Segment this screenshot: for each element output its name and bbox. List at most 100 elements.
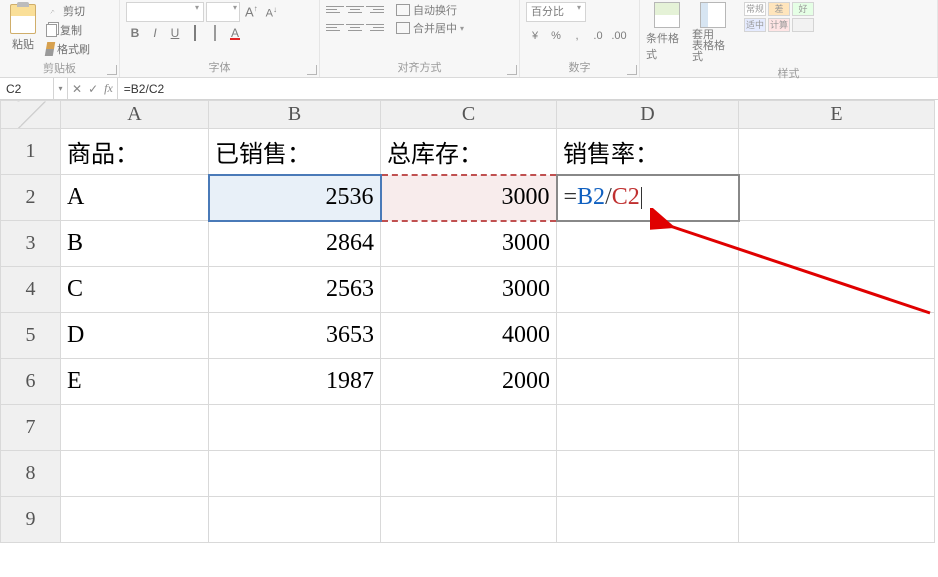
cell-C6[interactable]: 2000	[381, 359, 557, 405]
align-middle-button[interactable]	[346, 2, 364, 16]
cell-A2[interactable]: A	[61, 175, 209, 221]
cell-B5[interactable]: 3653	[209, 313, 381, 359]
cell-A6[interactable]: E	[61, 359, 209, 405]
cell-D5[interactable]	[557, 313, 739, 359]
decrease-font-button[interactable]: A↓	[263, 5, 280, 20]
row-header-1[interactable]: 1	[1, 129, 61, 175]
cell-E3[interactable]	[739, 221, 935, 267]
number-dialog-launcher[interactable]	[627, 65, 637, 75]
font-dialog-launcher[interactable]	[307, 65, 317, 75]
cell-D2[interactable]: =B2/C2	[557, 175, 739, 221]
cell-D3[interactable]	[557, 221, 739, 267]
increase-decimal-button[interactable]: .0	[589, 30, 607, 42]
italic-button[interactable]: I	[146, 26, 164, 44]
comma-button[interactable]: ,	[568, 30, 586, 42]
bold-button[interactable]: B	[126, 26, 144, 44]
cell-B6[interactable]: 1987	[209, 359, 381, 405]
underline-button[interactable]: U	[166, 26, 184, 44]
font-color-button[interactable]: A	[226, 26, 244, 44]
cell-C2[interactable]: 3000	[381, 175, 557, 221]
cell-D6[interactable]	[557, 359, 739, 405]
col-header-A[interactable]: A	[61, 101, 209, 129]
row-header-8[interactable]: 8	[1, 451, 61, 497]
merge-center-button[interactable]: 合并居中▾	[396, 20, 464, 36]
cell-D1[interactable]: 销售率：	[557, 129, 739, 175]
cell-D4[interactable]	[557, 267, 739, 313]
cell-A3[interactable]: B	[61, 221, 209, 267]
cell-style-calc[interactable]: 计算	[768, 18, 790, 32]
cell-style-more[interactable]	[792, 18, 814, 32]
percent-button[interactable]: %	[547, 30, 565, 42]
col-header-E[interactable]: E	[739, 101, 935, 129]
cell-E6[interactable]	[739, 359, 935, 405]
cell-C8[interactable]	[381, 451, 557, 497]
clipboard-dialog-launcher[interactable]	[107, 65, 117, 75]
cell-B4[interactable]: 2563	[209, 267, 381, 313]
align-center-button[interactable]	[346, 20, 364, 34]
cell-C5[interactable]: 4000	[381, 313, 557, 359]
cell-A9[interactable]	[61, 497, 209, 543]
format-as-table-button[interactable]: 套用 表格格式	[692, 2, 734, 63]
decrease-decimal-button[interactable]: .00	[610, 30, 628, 42]
fill-color-button[interactable]	[206, 26, 224, 44]
align-right-button[interactable]	[366, 20, 384, 34]
cut-button[interactable]: 剪切	[44, 2, 92, 20]
cell-A1[interactable]: 商品：	[61, 129, 209, 175]
cell-E5[interactable]	[739, 313, 935, 359]
conditional-format-button[interactable]: 条件格式	[646, 2, 688, 62]
cell-D9[interactable]	[557, 497, 739, 543]
cell-E8[interactable]	[739, 451, 935, 497]
cell-A4[interactable]: C	[61, 267, 209, 313]
copy-button[interactable]: 复制	[44, 21, 92, 39]
cell-A8[interactable]	[61, 451, 209, 497]
cell-A7[interactable]	[61, 405, 209, 451]
row-header-7[interactable]: 7	[1, 405, 61, 451]
cell-B7[interactable]	[209, 405, 381, 451]
confirm-formula-button[interactable]: ✓	[88, 82, 98, 96]
cancel-formula-button[interactable]: ✕	[72, 82, 82, 96]
cell-D8[interactable]	[557, 451, 739, 497]
cell-B2[interactable]: 2536	[209, 175, 381, 221]
alignment-dialog-launcher[interactable]	[507, 65, 517, 75]
cell-B8[interactable]	[209, 451, 381, 497]
cell-style-bad[interactable]: 差	[768, 2, 790, 16]
number-format-combo[interactable]: 百分比▾	[526, 2, 586, 22]
cell-style-normal[interactable]: 常规	[744, 2, 766, 16]
font-family-combo[interactable]: ▾	[126, 2, 204, 22]
align-top-button[interactable]	[326, 2, 344, 16]
row-header-3[interactable]: 3	[1, 221, 61, 267]
name-box-dropdown[interactable]: ▾	[54, 78, 68, 99]
cell-A5[interactable]: D	[61, 313, 209, 359]
paste-button[interactable]: 粘贴	[6, 2, 40, 58]
cell-E9[interactable]	[739, 497, 935, 543]
border-button[interactable]	[186, 26, 204, 44]
font-size-combo[interactable]: ▾	[206, 2, 240, 22]
col-header-C[interactable]: C	[381, 101, 557, 129]
cell-E2[interactable]	[739, 175, 935, 221]
row-header-6[interactable]: 6	[1, 359, 61, 405]
align-left-button[interactable]	[326, 20, 344, 34]
cell-D7[interactable]	[557, 405, 739, 451]
format-painter-button[interactable]: 格式刷	[44, 40, 92, 58]
row-header-5[interactable]: 5	[1, 313, 61, 359]
cell-C7[interactable]	[381, 405, 557, 451]
cell-C9[interactable]	[381, 497, 557, 543]
cell-C3[interactable]: 3000	[381, 221, 557, 267]
cell-style-neutral[interactable]: 适中	[744, 18, 766, 32]
fx-button[interactable]: fx	[104, 81, 113, 96]
cell-C4[interactable]: 3000	[381, 267, 557, 313]
cell-B9[interactable]	[209, 497, 381, 543]
name-box[interactable]: C2	[0, 78, 54, 99]
cell-E4[interactable]	[739, 267, 935, 313]
cell-B1[interactable]: 已销售：	[209, 129, 381, 175]
increase-font-button[interactable]: A↑	[242, 4, 261, 19]
currency-button[interactable]: ¥	[526, 30, 544, 42]
wrap-text-button[interactable]: 自动换行	[396, 2, 464, 18]
cell-B3[interactable]: 2864	[209, 221, 381, 267]
cell-E1[interactable]	[739, 129, 935, 175]
cell-C1[interactable]: 总库存：	[381, 129, 557, 175]
align-bottom-button[interactable]	[366, 2, 384, 16]
row-header-9[interactable]: 9	[1, 497, 61, 543]
cell-style-good[interactable]: 好	[792, 2, 814, 16]
col-header-B[interactable]: B	[209, 101, 381, 129]
